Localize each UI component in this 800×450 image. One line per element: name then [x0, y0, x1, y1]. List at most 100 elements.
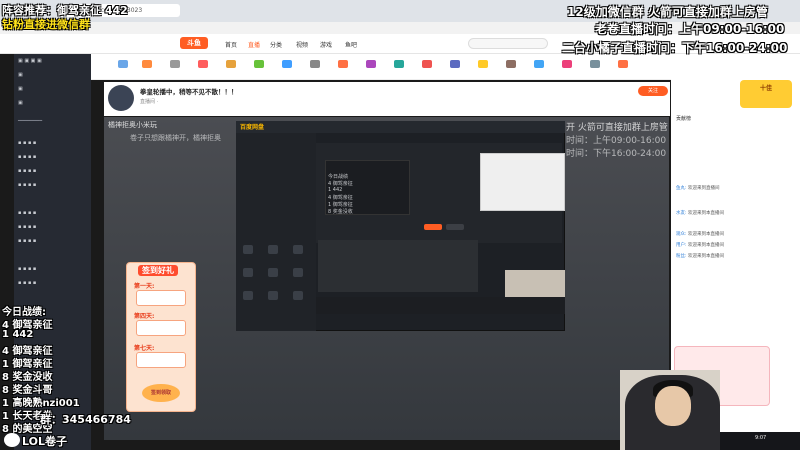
sidebar-item[interactable]: ▪ ▪ ▪ ▪: [18, 210, 36, 216]
overlay-schedule-1: 老卷直播时间：上午09:00-16:00: [595, 22, 785, 36]
app-tool-icon: [243, 268, 253, 277]
streamer-avatar[interactable]: [108, 85, 134, 111]
nav-category[interactable]: 分类: [270, 40, 282, 49]
score-line: 1 442: [2, 329, 34, 340]
chat-user[interactable]: 粉丝:: [676, 254, 687, 259]
gift-title: 签到好礼: [138, 265, 178, 276]
category-icon[interactable]: [534, 60, 544, 68]
chat-user[interactable]: 水友:: [676, 211, 687, 216]
dialog-confirm-button: [424, 224, 442, 230]
app-tool-icon: [243, 291, 253, 300]
gift-reward-box: [136, 320, 186, 336]
app-tool-icon: [293, 291, 303, 300]
search-input[interactable]: [468, 38, 548, 49]
sidebar-item[interactable]: ▣: [18, 100, 23, 106]
app-text-line: 8 奖金没收: [328, 209, 353, 215]
category-icon[interactable]: [450, 60, 460, 68]
sidebar-item[interactable]: ▪ ▪ ▪ ▪: [18, 238, 36, 244]
nested-webcam: [505, 270, 565, 298]
follow-button[interactable]: 关注: [638, 86, 668, 96]
category-icon[interactable]: [618, 60, 628, 68]
chat-text: 欢迎来到本直播间: [687, 211, 724, 216]
overlay-faint-1: 开 火箭可直接加群上房管: [566, 123, 668, 133]
sidebar-item[interactable]: ▪ ▪ ▪ ▪: [18, 266, 36, 272]
nav-home[interactable]: 首页: [225, 40, 237, 49]
chat-message: 用户: 欢迎来到本直播间: [676, 242, 796, 248]
nav-video[interactable]: 视频: [296, 40, 308, 49]
overlay-lol-name: LOL卷子: [22, 435, 67, 448]
chat-user[interactable]: 用户:: [676, 243, 687, 248]
app-tool-icon: [268, 268, 278, 277]
sidebar-item[interactable]: ▪ ▪ ▪ ▪: [18, 154, 36, 160]
category-icon[interactable]: [478, 60, 488, 68]
overlay-faint-3: 时间：下午16:00-24:00: [566, 149, 667, 159]
chat-message: 水友: 欢迎来到本直播间: [676, 210, 796, 216]
app-titlebar: [236, 121, 565, 133]
dialog-cancel-button: [446, 224, 464, 230]
sidebar-item[interactable]: ▣: [18, 86, 23, 92]
app-tool-icon: [268, 245, 278, 254]
sidebar-item[interactable]: ▪ ▪ ▪ ▪: [18, 140, 36, 146]
app-text-line: 4 御驾亲征: [328, 181, 353, 187]
nested-screen: [318, 240, 478, 292]
app-text-line: 1 442: [328, 187, 343, 193]
chat-user[interactable]: 观众:: [676, 232, 687, 237]
category-icon[interactable]: [198, 60, 208, 68]
nav-fishbar[interactable]: 鱼吧: [345, 40, 357, 49]
app-bottom-toolbar: [316, 297, 565, 314]
category-icon[interactable]: [562, 60, 572, 68]
overlay-schedule-2: 二台小橘子直播时间：下午16:00-24:00: [562, 41, 788, 55]
category-icon[interactable]: [254, 60, 264, 68]
category-icon[interactable]: [394, 60, 404, 68]
app-text-line: 1 御驾亲征: [328, 202, 353, 208]
app-text-line: 4 御驾亲征: [328, 195, 353, 201]
sidebar-item[interactable]: ▪ ▪ ▪ ▪: [18, 280, 36, 286]
category-icon[interactable]: [118, 60, 128, 68]
sidebar-item[interactable]: ▪ ▪ ▪ ▪: [18, 224, 36, 230]
chat-message: 观众: 欢迎来到本直播间: [676, 231, 796, 237]
app-tool-icon: [293, 268, 303, 277]
system-clock: 9:07: [755, 435, 767, 441]
webcam-face: [655, 386, 691, 426]
sidebar-section: ━━━━━━━━: [18, 118, 43, 124]
gift-reward-box: [136, 352, 186, 368]
sidebar-item[interactable]: ▪ ▪ ▪ ▪: [18, 182, 36, 188]
chat-text: 欢迎来到本直播间: [687, 243, 724, 248]
category-icon[interactable]: [170, 60, 180, 68]
chat-message: 粉丝: 欢迎来到本直播间: [676, 253, 796, 259]
category-icon[interactable]: [506, 60, 516, 68]
category-icon[interactable]: [142, 60, 152, 68]
screenshot-preview: [480, 153, 565, 211]
overlay-wechat-group: 12级加微信群 火箭可直接加群上房管: [567, 5, 768, 19]
overlay-fans-text: 钻粉直接进微信群: [2, 18, 90, 31]
nav-game[interactable]: 游戏: [320, 40, 332, 49]
signin-button[interactable]: 签到领取: [142, 384, 180, 402]
category-icon[interactable]: [282, 60, 292, 68]
site-logo[interactable]: 斗鱼: [180, 37, 208, 49]
category-icon[interactable]: [226, 60, 236, 68]
chat-message: 鱼丸: 欢迎来到直播间: [676, 185, 796, 191]
nav-live[interactable]: 直播: [248, 40, 260, 49]
category-icon[interactable]: [590, 60, 600, 68]
app-tool-icon: [293, 245, 303, 254]
category-icon[interactable]: [310, 60, 320, 68]
gift-day-label: 第七天:: [134, 345, 155, 352]
weibo-icon: [4, 433, 20, 447]
app-tool-icon: [268, 291, 278, 300]
category-icon[interactable]: [422, 60, 432, 68]
video-caption-1: 橘神拒奥小米玩: [108, 121, 157, 129]
sidebar-item[interactable]: ▪ ▪ ▪ ▪: [18, 168, 36, 174]
sidebar-item[interactable]: ▣ ▣ ▣ ▣: [18, 58, 42, 64]
stream-meta: 直播间 ·: [140, 99, 159, 105]
category-icon[interactable]: [338, 60, 348, 68]
stream-title: 拳皇轮播中，稍等不见不散！！！: [140, 88, 238, 96]
overlay-faint-2: 时间：上午09:00-16:00: [566, 136, 667, 146]
contribution-tab[interactable]: 贡献榜: [676, 115, 691, 122]
gift-day-label: 第四天:: [134, 313, 155, 320]
rank-banner[interactable]: 十佳: [740, 80, 792, 108]
gift-reward-box: [136, 290, 186, 306]
app-title: 百度网盘: [240, 124, 265, 131]
sidebar-item[interactable]: ▣: [18, 72, 23, 78]
chat-user[interactable]: 鱼丸:: [676, 186, 687, 191]
category-icon[interactable]: [366, 60, 376, 68]
